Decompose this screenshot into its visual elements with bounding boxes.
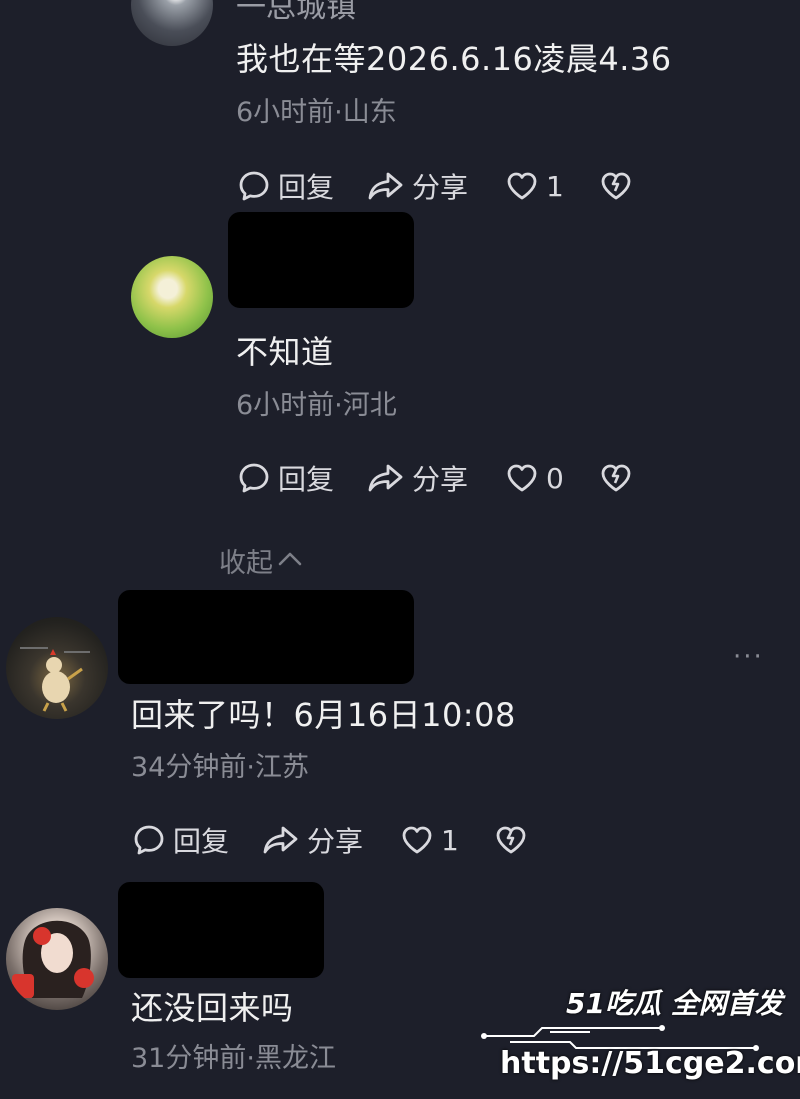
heart-icon (504, 460, 540, 496)
broken-heart-icon (598, 168, 634, 204)
dislike-button[interactable] (598, 460, 634, 496)
collapse-label: 收起 (219, 548, 273, 579)
comment-thread: 一总城镇 我也在等2026.6.16凌晨4.36 6小时前·山东 回复 分享 1 (0, 0, 800, 1099)
reply-label: 回复 (278, 463, 335, 496)
collapse-replies-button[interactable]: 收起 (219, 541, 303, 580)
comment-meta: 31分钟前·黑龙江 (131, 1043, 336, 1074)
reply-button[interactable]: 回复 (236, 166, 334, 206)
share-arrow-icon (366, 168, 406, 204)
comment-text: 回来了吗！6月16日10:08 (131, 696, 516, 734)
avatar[interactable] (6, 617, 108, 719)
broken-heart-icon (493, 822, 529, 858)
comment-bubble-icon (131, 822, 167, 858)
chevron-up-icon (277, 545, 303, 576)
reply-button[interactable]: 回复 (236, 458, 334, 498)
like-button[interactable]: 1 (504, 168, 564, 204)
like-button[interactable]: 0 (504, 460, 564, 496)
reply-label: 回复 (278, 171, 335, 204)
comment-bubble-icon (236, 460, 272, 496)
more-options-button[interactable]: ··· (733, 642, 764, 672)
share-label: 分享 (412, 171, 469, 204)
comment-text: 还没回来吗 (131, 989, 294, 1027)
comment-meta: 6小时前·河北 (236, 390, 397, 421)
like-button[interactable]: 1 (399, 822, 459, 858)
dislike-button[interactable] (598, 168, 634, 204)
watermark-brand: 51吃瓜 全网首发 (566, 987, 783, 1020)
comment-meta: 6小时前·山东 (236, 97, 397, 128)
heart-icon (504, 168, 540, 204)
comment-actions: 回复 分享 0 (236, 458, 634, 498)
heart-icon (399, 822, 435, 858)
comment-meta: 34分钟前·江苏 (131, 752, 309, 783)
avatar[interactable] (6, 908, 108, 1010)
rooster-illustration (20, 647, 90, 712)
broken-heart-icon (598, 460, 634, 496)
comment-actions: 回复 分享 1 (236, 166, 634, 206)
avatar[interactable] (131, 0, 213, 46)
redacted-username (118, 882, 324, 978)
commenter-name[interactable]: 一总城镇 (236, 0, 356, 26)
avatar[interactable] (131, 256, 213, 338)
watermark-url: https://51cge2.com (500, 1046, 800, 1081)
share-button[interactable]: 分享 (366, 166, 468, 206)
share-button[interactable]: 分享 (261, 820, 363, 860)
share-arrow-icon (366, 460, 406, 496)
like-count: 0 (546, 461, 564, 495)
portrait-illustration (12, 920, 94, 998)
dislike-button[interactable] (493, 822, 529, 858)
share-button[interactable]: 分享 (366, 458, 468, 498)
like-count: 1 (441, 823, 459, 857)
share-arrow-icon (261, 822, 301, 858)
comment-bubble-icon (236, 168, 272, 204)
reply-label: 回复 (173, 825, 230, 858)
comment-text: 不知道 (236, 333, 334, 371)
share-label: 分享 (307, 825, 364, 858)
comment-actions: 回复 分享 1 (131, 820, 529, 860)
like-count: 1 (546, 169, 564, 203)
reply-button[interactable]: 回复 (131, 820, 229, 860)
redacted-username (118, 590, 414, 684)
redacted-username (228, 212, 414, 308)
share-label: 分享 (412, 463, 469, 496)
watermark: 51吃瓜 全网首发 https://51cge2.com (480, 980, 800, 1090)
comment-text: 我也在等2026.6.16凌晨4.36 (236, 40, 672, 78)
